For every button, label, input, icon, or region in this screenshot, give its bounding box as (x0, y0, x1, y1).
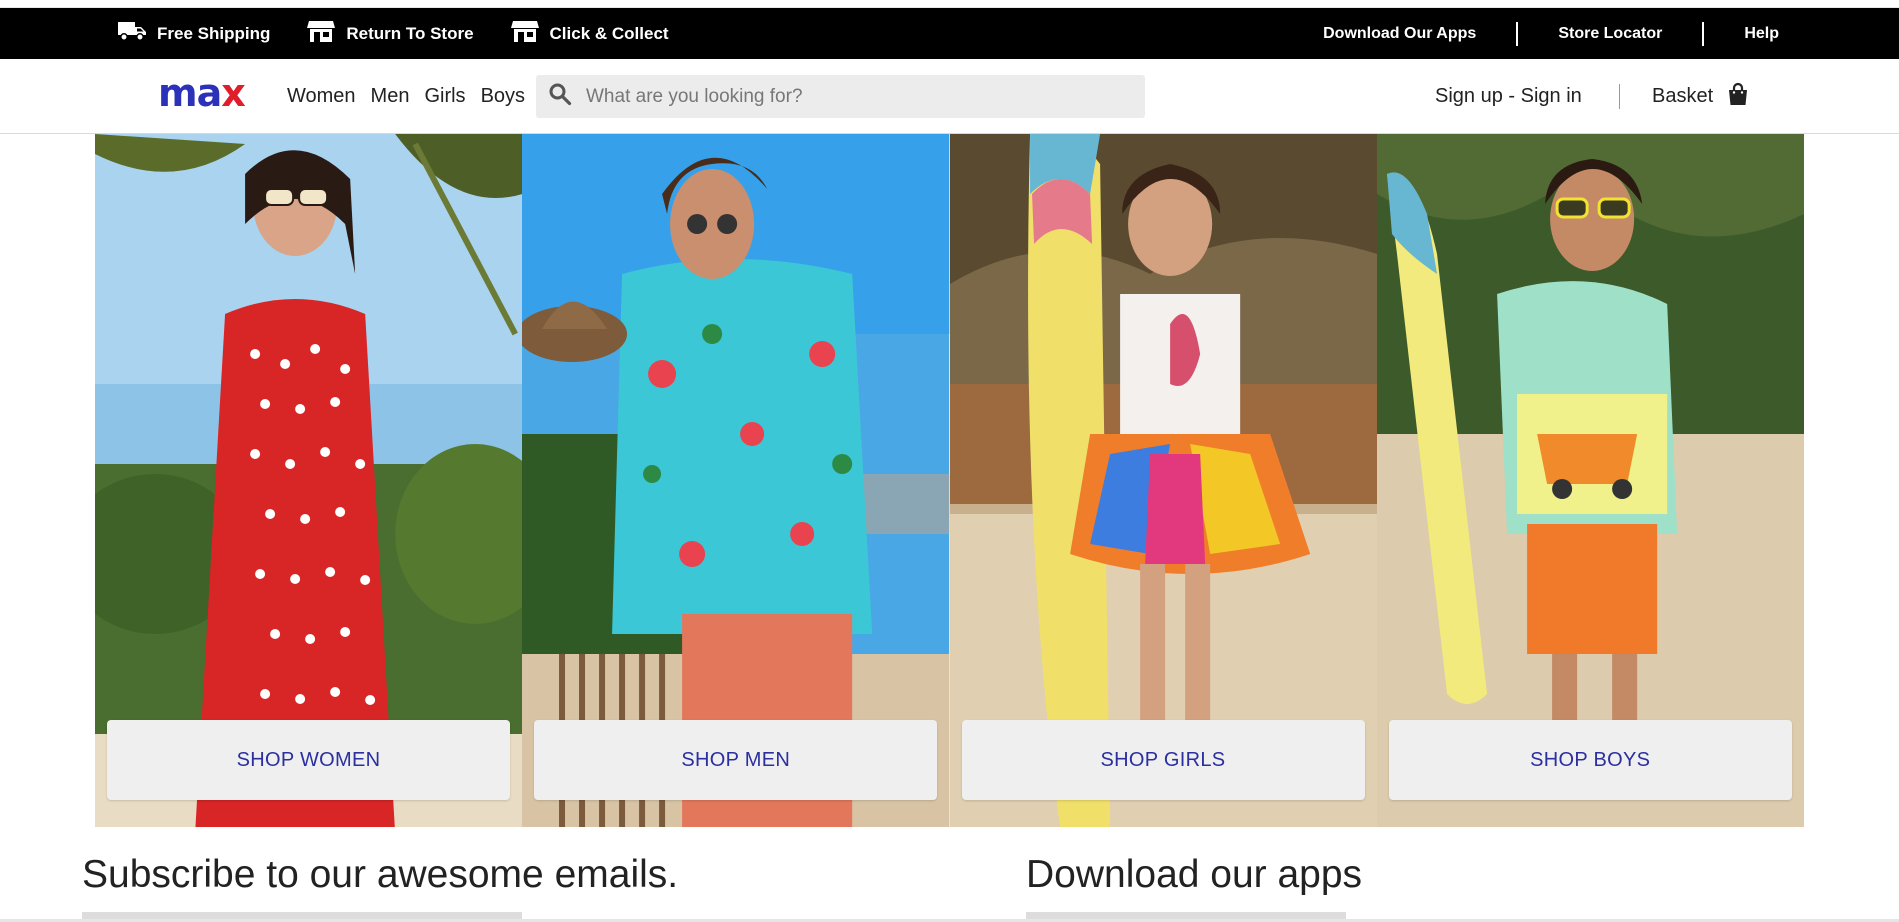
apps-title: Download our apps (1026, 853, 1363, 896)
promo-label: Free Shipping (157, 23, 271, 43)
store-locator-link[interactable]: Store Locator (1518, 25, 1702, 43)
subscribe-title: Subscribe to our awesome emails. (82, 853, 679, 896)
logo-text: max (158, 71, 246, 115)
shop-men-button[interactable]: SHOP MEN (534, 720, 938, 800)
store-icon (306, 19, 336, 48)
nav-men[interactable]: Men (371, 85, 410, 108)
promo-return-to-store[interactable]: Return To Store (306, 19, 474, 48)
site-header: max Women Men Girls Boys Sign up - Sign … (0, 59, 1899, 134)
promo-label: Return To Store (346, 23, 474, 43)
help-link[interactable]: Help (1704, 25, 1779, 43)
nav-boys[interactable]: Boys (481, 85, 525, 108)
store-icon (510, 19, 540, 48)
promo-click-collect[interactable]: Click & Collect (510, 19, 669, 48)
max-logo[interactable]: max (158, 71, 246, 115)
truck-icon (117, 19, 147, 48)
promo-benefits: Free Shipping Return To Store Click & Co… (117, 8, 669, 59)
panel-boys[interactable]: SHOP BOYS (1376, 134, 1804, 827)
shop-women-button[interactable]: SHOP WOMEN (107, 720, 510, 800)
logo-accent-letter: x (221, 71, 245, 115)
shop-girls-button[interactable]: SHOP GIRLS (961, 720, 1365, 800)
panel-women[interactable]: SHOP WOMEN (95, 134, 523, 827)
sign-in-link[interactable]: Sign up - Sign in (1435, 59, 1582, 134)
search-input[interactable] (586, 85, 1126, 108)
browser-top-strip (0, 0, 1899, 8)
promo-bar: Free Shipping Return To Store Click & Co… (0, 8, 1899, 59)
shopping-bag-icon (1727, 82, 1749, 112)
search-icon[interactable] (536, 82, 572, 111)
search-bar[interactable] (536, 75, 1145, 118)
divider (1619, 84, 1620, 109)
promo-label: Click & Collect (549, 23, 669, 43)
panel-girls[interactable]: SHOP GIRLS (949, 134, 1377, 827)
nav-women[interactable]: Women (287, 85, 356, 108)
utility-links: Download Our Apps Store Locator Help (1283, 8, 1779, 59)
category-hero: SHOP WOMEN SHOP MEN SHOP GIRLS SHOP BOYS (95, 134, 1804, 827)
shop-boys-button[interactable]: SHOP BOYS (1388, 720, 1792, 800)
panel-men[interactable]: SHOP MEN (522, 134, 950, 827)
nav-girls[interactable]: Girls (424, 85, 465, 108)
basket-label: Basket (1652, 85, 1714, 107)
promo-free-shipping[interactable]: Free Shipping (117, 19, 270, 48)
main-nav: Women Men Girls Boys (287, 59, 525, 134)
download-apps-link[interactable]: Download Our Apps (1283, 25, 1516, 43)
basket-link[interactable]: Basket (1652, 59, 1749, 134)
